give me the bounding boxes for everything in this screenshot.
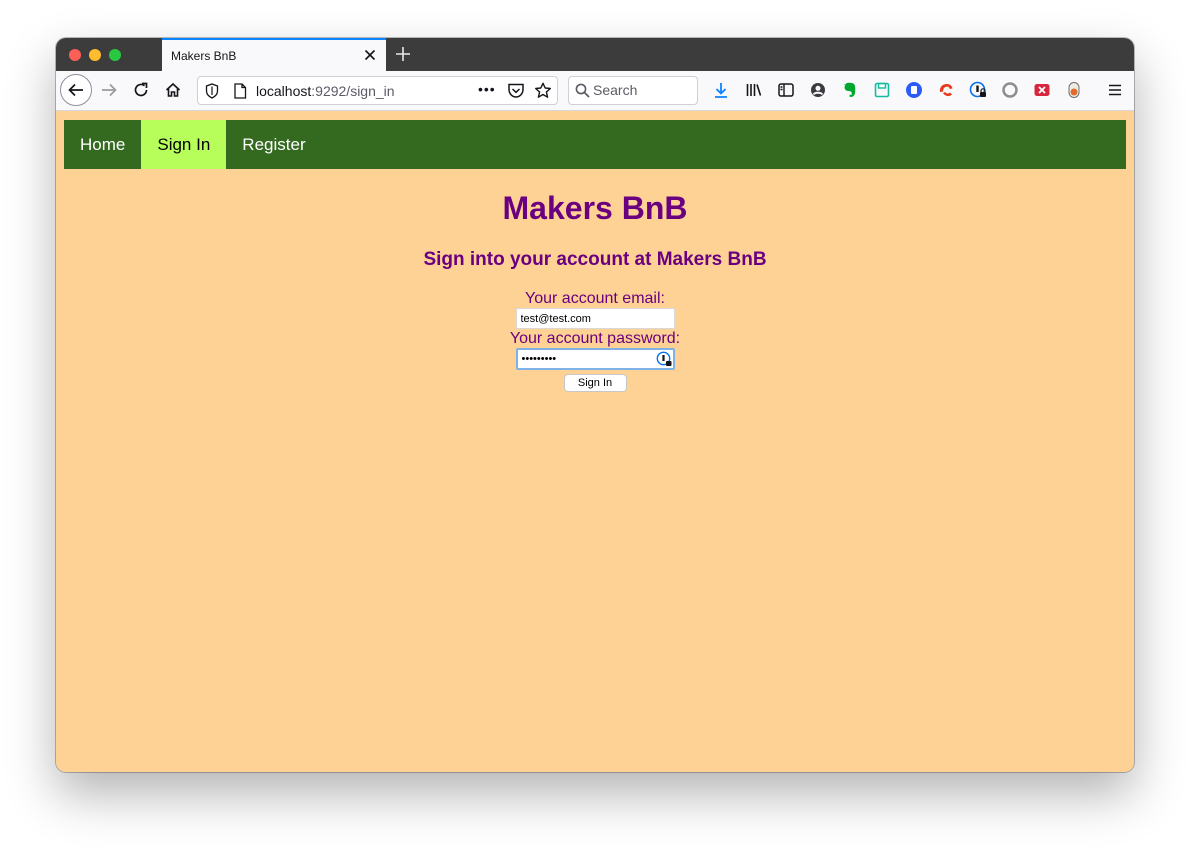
password-manager-icon[interactable] [969,81,987,99]
home-icon[interactable] [161,78,185,102]
email-field[interactable] [515,308,675,329]
search-icon [575,83,590,103]
page-icon [233,83,247,104]
star-icon[interactable] [534,82,552,104]
page-content: Home Sign In Register Makers BnB Sign in… [56,111,1134,772]
back-arrow-icon[interactable] [60,74,92,106]
nav-sign-in-link[interactable]: Sign In [141,120,227,169]
extension-close-icon[interactable] [1033,81,1051,99]
extension-red-icon[interactable] [937,81,955,99]
forward-arrow-icon[interactable] [97,78,121,102]
new-tab-icon[interactable] [394,45,412,63]
search-input[interactable] [593,80,693,100]
account-icon[interactable] [809,81,827,99]
save-icon[interactable] [873,81,891,99]
close-window-button[interactable] [69,49,81,61]
site-navbar: Home Sign In Register [64,120,1126,169]
url-bar[interactable]: localhost:9292/sign_in ••• [197,76,558,105]
menu-icon[interactable] [1106,81,1124,99]
nav-home-link[interactable]: Home [64,120,141,169]
shield-icon[interactable] [205,83,219,104]
sidebar-icon[interactable] [777,81,795,99]
password-label: Your account password: [509,330,681,347]
pocket-icon[interactable] [507,82,525,104]
library-icon[interactable] [745,81,763,99]
extension-toggle-icon[interactable] [1065,81,1083,99]
tab-makers-bnb[interactable]: Makers BnB [162,38,386,71]
evernote-icon[interactable] [841,81,859,99]
sign-in-button[interactable]: Sign In [563,374,627,392]
tab-title: Makers BnB [171,49,237,63]
page-subtitle: Sign into your account at Makers BnB [423,249,767,270]
download-icon[interactable] [712,81,730,99]
url-text[interactable]: localhost:9292/sign_in [256,83,395,99]
email-label: Your account email: [525,290,665,307]
search-bar[interactable] [568,76,698,105]
page-title: Makers BnB [502,190,688,226]
close-tab-icon[interactable] [362,47,378,63]
password-field[interactable] [515,348,675,370]
extension-blue-icon[interactable] [905,81,923,99]
tab-bar: Makers BnB [56,38,1134,71]
sign-in-form: Your account email: Your account passwor… [56,289,1134,392]
navigation-toolbar: localhost:9292/sign_in ••• [56,71,1134,111]
page-actions-icon[interactable]: ••• [478,81,496,97]
nav-register-link[interactable]: Register [226,120,321,169]
password-field-wrapper [515,348,675,370]
minimize-window-button[interactable] [89,49,101,61]
password-manager-fill-icon[interactable] [656,351,672,367]
extension-grey-icon[interactable] [1001,81,1019,99]
reload-icon[interactable] [129,78,153,102]
zoom-window-button[interactable] [109,49,121,61]
browser-window: Makers BnB localhost:9292/sign_in ••• Se… [56,38,1134,772]
